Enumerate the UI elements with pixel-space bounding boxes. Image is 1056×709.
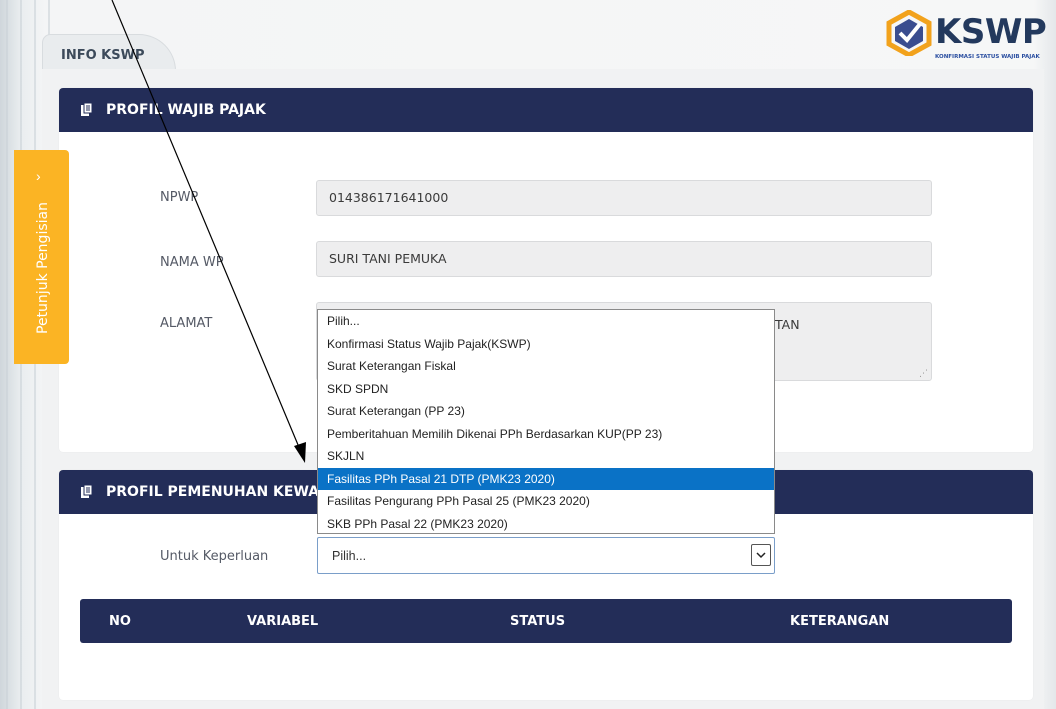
annotation-arrow: [111, 0, 306, 463]
